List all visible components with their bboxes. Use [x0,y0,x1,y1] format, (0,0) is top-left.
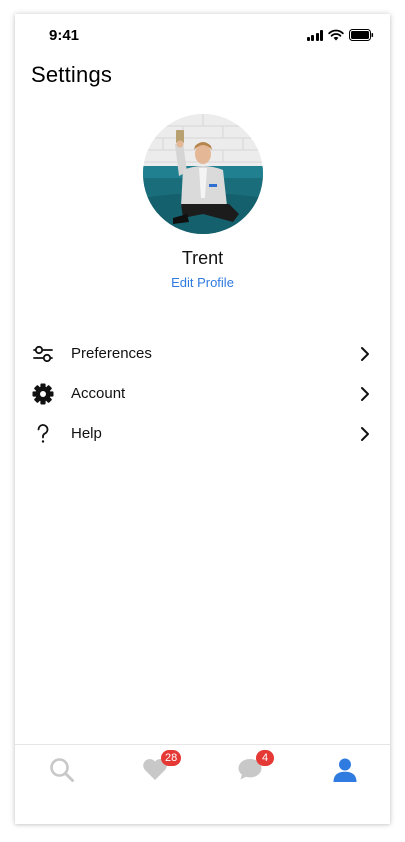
menu-item-label: Preferences [71,345,152,362]
person-icon [333,758,357,782]
gear-icon [32,383,54,405]
chevron-right-icon [361,387,369,401]
profile-photo [143,114,263,234]
page-title: Settings [31,62,113,87]
menu-item-help[interactable]: Help [15,414,390,454]
settings-menu: Preferences Account Help [15,334,390,454]
edit-profile-link[interactable]: Edit Profile [15,275,390,290]
profile-name: Trent [181,248,224,268]
tab-profile[interactable] [324,755,364,789]
tab-favorites[interactable]: 28 [134,750,182,789]
chevron-right-icon [361,427,369,441]
avatar[interactable] [143,114,263,234]
battery-icon [349,29,374,41]
favorites-badge: 28 [161,750,182,766]
tab-messages[interactable]: 4 [229,750,274,789]
search-icon [50,758,74,782]
tab-bar: 28 4 [15,744,390,824]
status-bar: 9:41 [15,14,390,58]
status-icons [306,29,375,41]
messages-badge: 4 [256,750,274,766]
phone-screen: 9:41 Settings Trent Edit Profile Prefere… [15,14,390,824]
cellular-signal-icon [306,29,323,41]
menu-item-label: Help [71,425,102,442]
menu-item-preferences[interactable]: Preferences [15,334,390,374]
wifi-icon [328,29,344,41]
menu-item-account[interactable]: Account [15,374,390,414]
tab-search[interactable] [41,755,81,789]
question-mark-icon [32,423,54,445]
status-time: 9:41 [49,27,80,44]
sliders-icon [32,343,54,365]
chevron-right-icon [361,347,369,361]
menu-item-label: Account [71,385,126,402]
